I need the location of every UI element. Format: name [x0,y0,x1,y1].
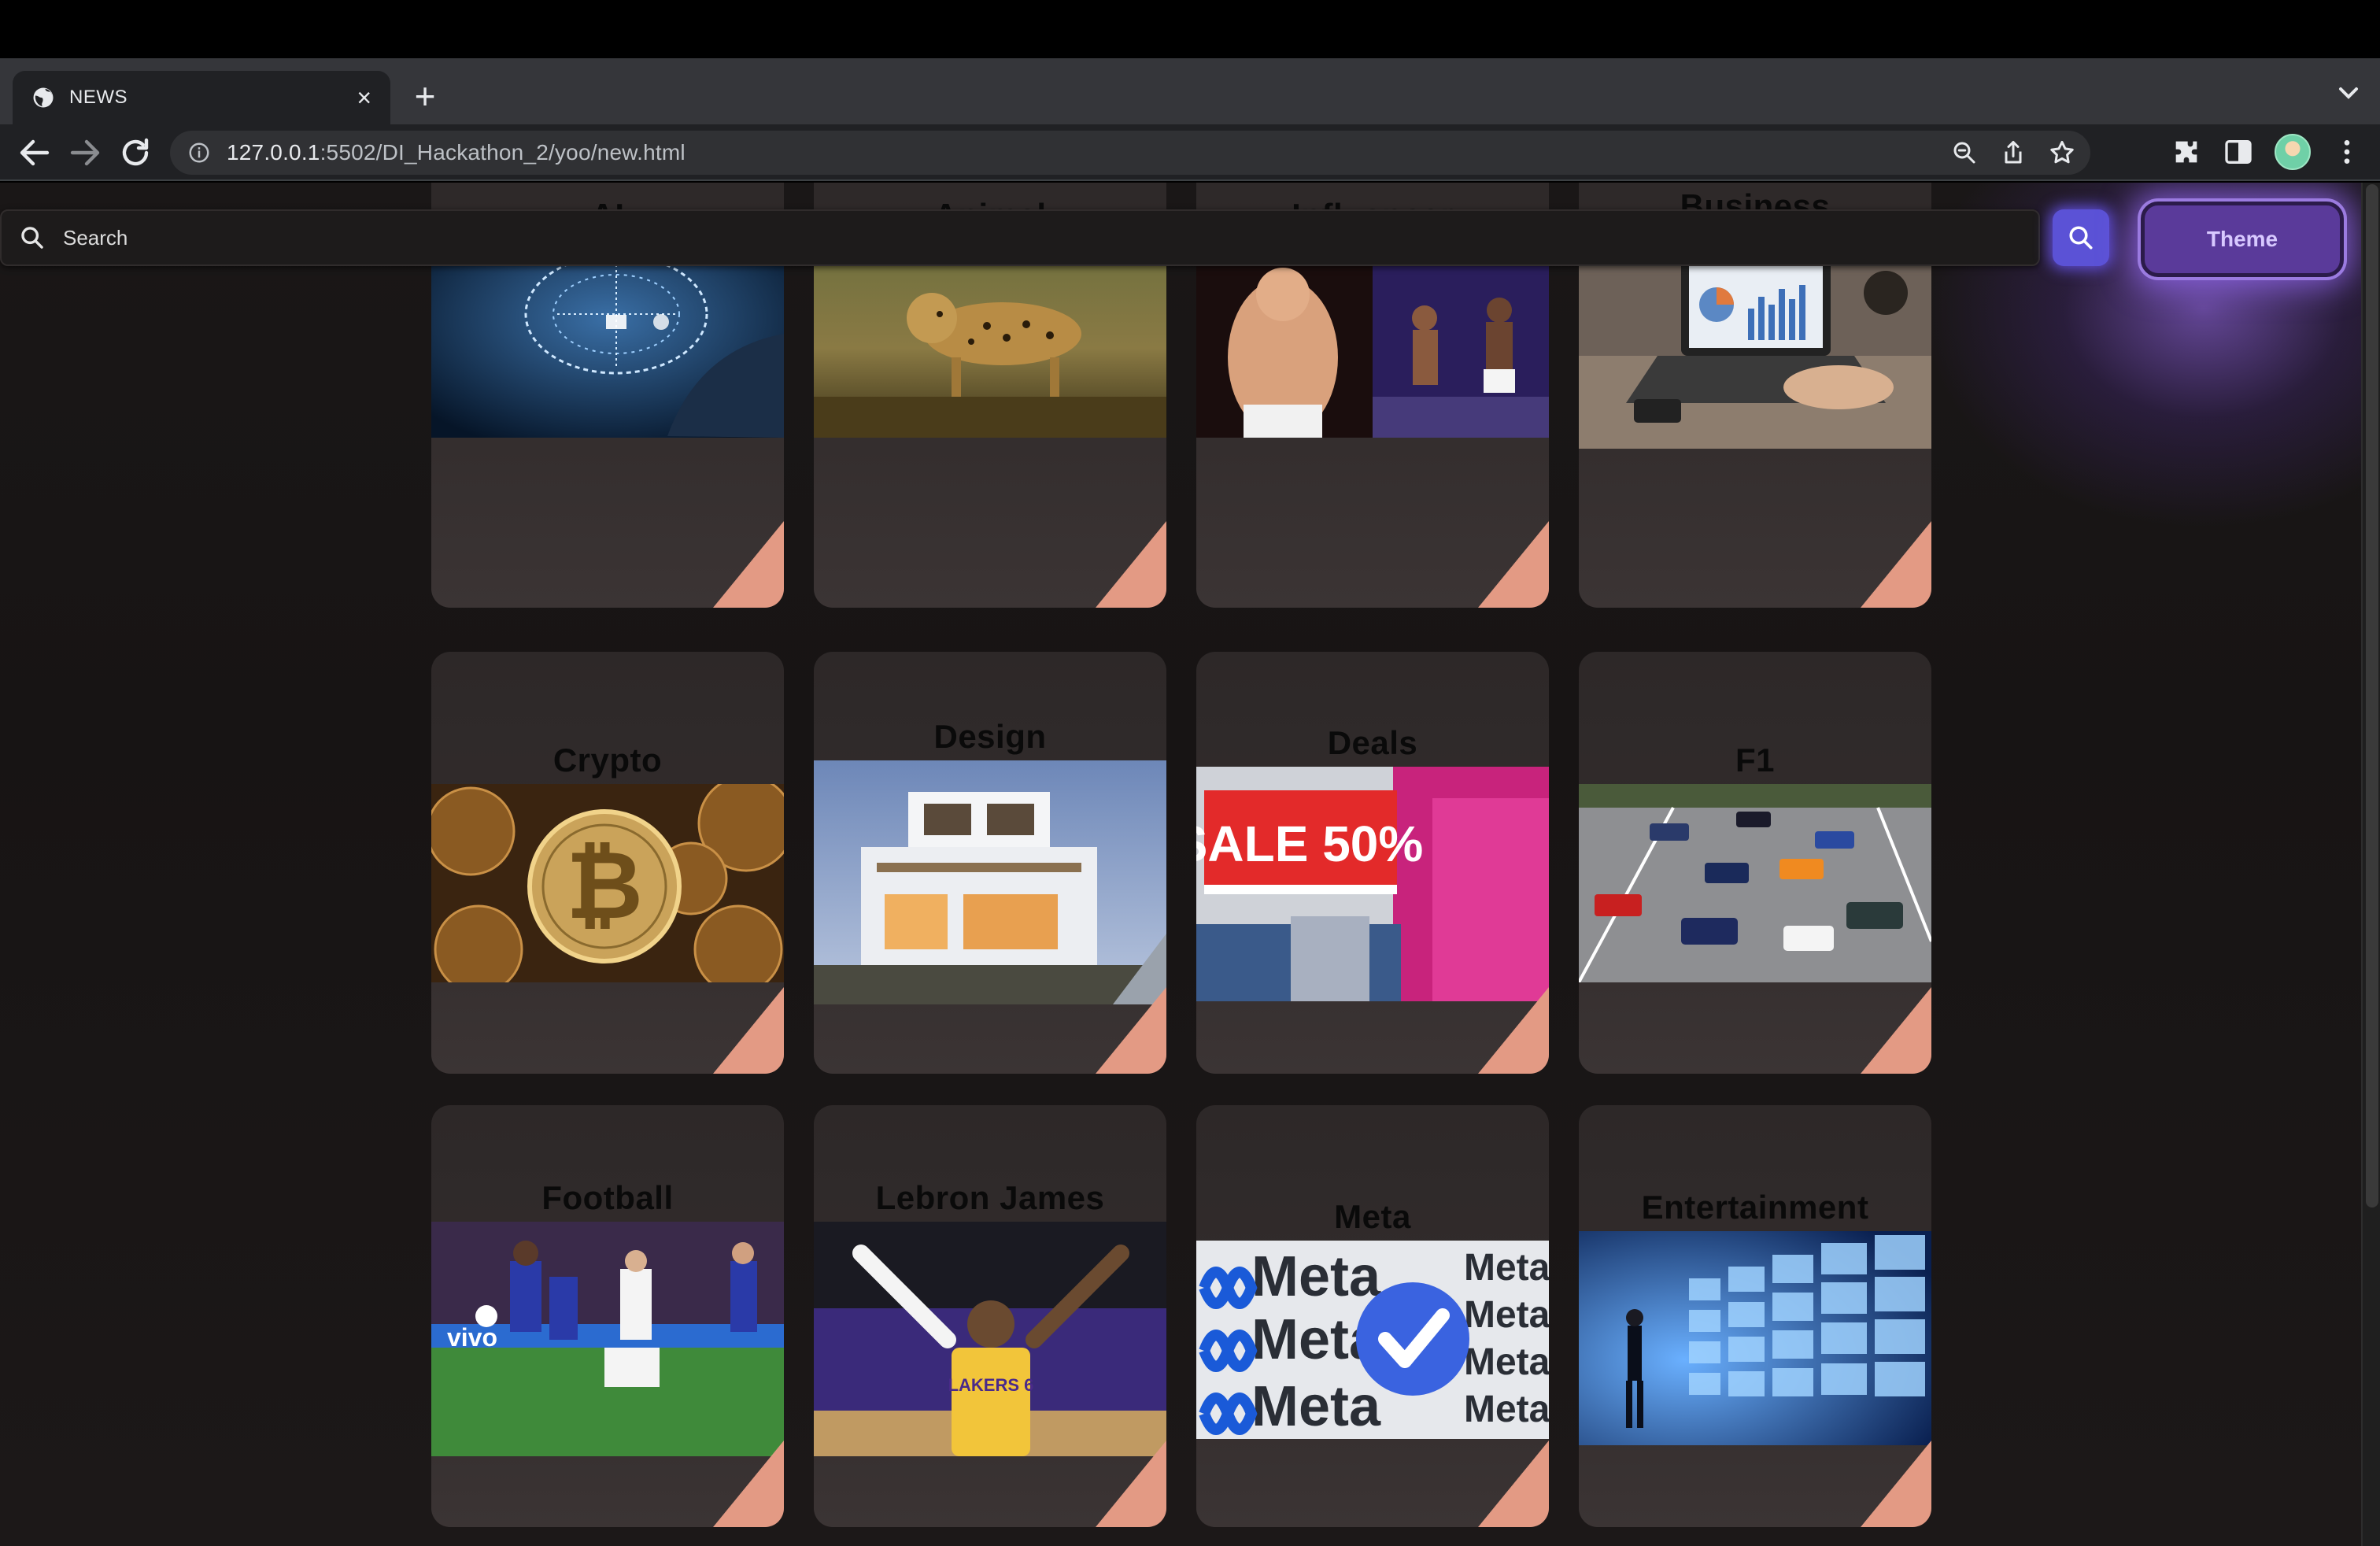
meta-word: Meta [1464,1389,1549,1430]
scrollbar-thumb[interactable] [2366,184,2378,1208]
card-title: Meta [1334,1198,1411,1235]
card-title: Lebron James [875,1179,1105,1216]
card-corner-accent [1096,521,1166,608]
lebron-image: LAKERS 6 [814,1222,1166,1456]
url-text: 127.0.0.1:5502/DI_Hackathon_2/yoo/new.ht… [227,140,686,165]
search-input[interactable] [63,225,1952,250]
news-card-f1[interactable]: F1 [1579,652,1931,1074]
new-tab-plus-icon[interactable]: + [409,74,441,118]
meta-word: Meta [1464,1247,1549,1289]
card-title: Deals [1327,724,1418,761]
ai-brain-image [431,239,784,438]
extensions-puzzle-icon[interactable] [2171,136,2202,168]
card-corner-accent [1861,987,1931,1074]
browser-tab-news[interactable]: NEWS × [13,71,390,124]
close-tab-icon[interactable]: × [357,85,371,110]
svg-text:₿: ₿ [566,833,643,938]
globe-icon [33,87,54,108]
jersey-text: LAKERS 6 [948,1375,1034,1395]
page-scrollbar[interactable] [2361,183,2380,1546]
card-title: F1 [1735,742,1775,779]
card-corner-accent [713,521,784,608]
meta-word: Meta [1464,1294,1549,1336]
url-path: :5502/DI_Hackathon_2/yoo/new.html [320,140,686,165]
info-icon[interactable] [187,141,211,165]
search-icon [21,227,43,249]
meta-word: Meta [1251,1375,1381,1438]
meta-logo-image: Meta Meta Meta Meta Meta Meta Meta [1196,1241,1549,1439]
theme-toggle-button[interactable]: Theme [2141,202,2344,277]
sale-image: SALE 50% [1196,767,1549,1001]
card-corner-accent [713,987,784,1074]
news-card-design[interactable]: Design [814,652,1166,1074]
macos-menubar [0,0,2380,58]
f1-race-image [1579,784,1931,982]
browser-toolbar: 127.0.0.1:5502/DI_Hackathon_2/yoo/new.ht… [0,124,2380,181]
page-viewport: AI Animal [0,183,2361,1546]
search-button[interactable] [2053,209,2109,266]
card-corner-accent [1478,1441,1549,1527]
reload-icon[interactable] [116,134,154,172]
url-host: 127.0.0.1 [227,140,320,165]
tab-strip: NEWS × + [0,58,2380,124]
bitcoin-image: ₿ [431,784,784,982]
card-title: Football [541,1179,674,1216]
news-card-deals[interactable]: Deals SALE 50% [1196,652,1549,1074]
news-card-lebron-james[interactable]: Lebron James LAKERS 6 [814,1105,1166,1527]
leopard-image [814,239,1166,438]
football-match-image: vivo [431,1222,784,1456]
card-corner-accent [1861,521,1931,608]
back-arrow-icon[interactable] [16,134,54,172]
share-icon[interactable] [1999,139,2027,167]
news-card-meta[interactable]: Meta Meta Meta Meta Meta Meta Meta Meta [1196,1105,1549,1527]
tab-search-chevron-icon[interactable] [2333,77,2364,109]
kebab-menu-icon[interactable] [2331,136,2363,168]
search-icon [2069,226,2093,250]
profile-avatar[interactable] [2275,134,2311,170]
meta-word: Meta [1251,1245,1381,1308]
news-card-football[interactable]: Football vivo [431,1105,784,1527]
card-corner-accent [1861,1441,1931,1527]
tab-title: NEWS [69,87,128,108]
zoom-icon[interactable] [1950,139,1979,167]
card-title: Design [933,718,1047,755]
card-title: Crypto [552,742,663,779]
bookmark-star-icon[interactable] [2048,139,2076,167]
sale-sign-text: SALE 50% [1196,816,1423,872]
meta-word: Meta [1464,1341,1549,1383]
screens-wall-image [1579,1231,1931,1445]
card-corner-accent [1478,521,1549,608]
card-title: Entertainment [1641,1189,1869,1226]
forward-arrow-icon[interactable] [66,134,104,172]
svg-text:vivo: vivo [447,1323,497,1352]
address-bar[interactable]: 127.0.0.1:5502/DI_Hackathon_2/yoo/new.ht… [170,131,2090,175]
boxing-image [1196,239,1549,438]
search-bar [0,209,2040,266]
news-card-crypto[interactable]: Crypto ₿ [431,652,784,1074]
news-card-entertainment[interactable]: Entertainment [1579,1105,1931,1527]
house-image [814,760,1166,1004]
side-panel-icon[interactable] [2223,136,2254,168]
